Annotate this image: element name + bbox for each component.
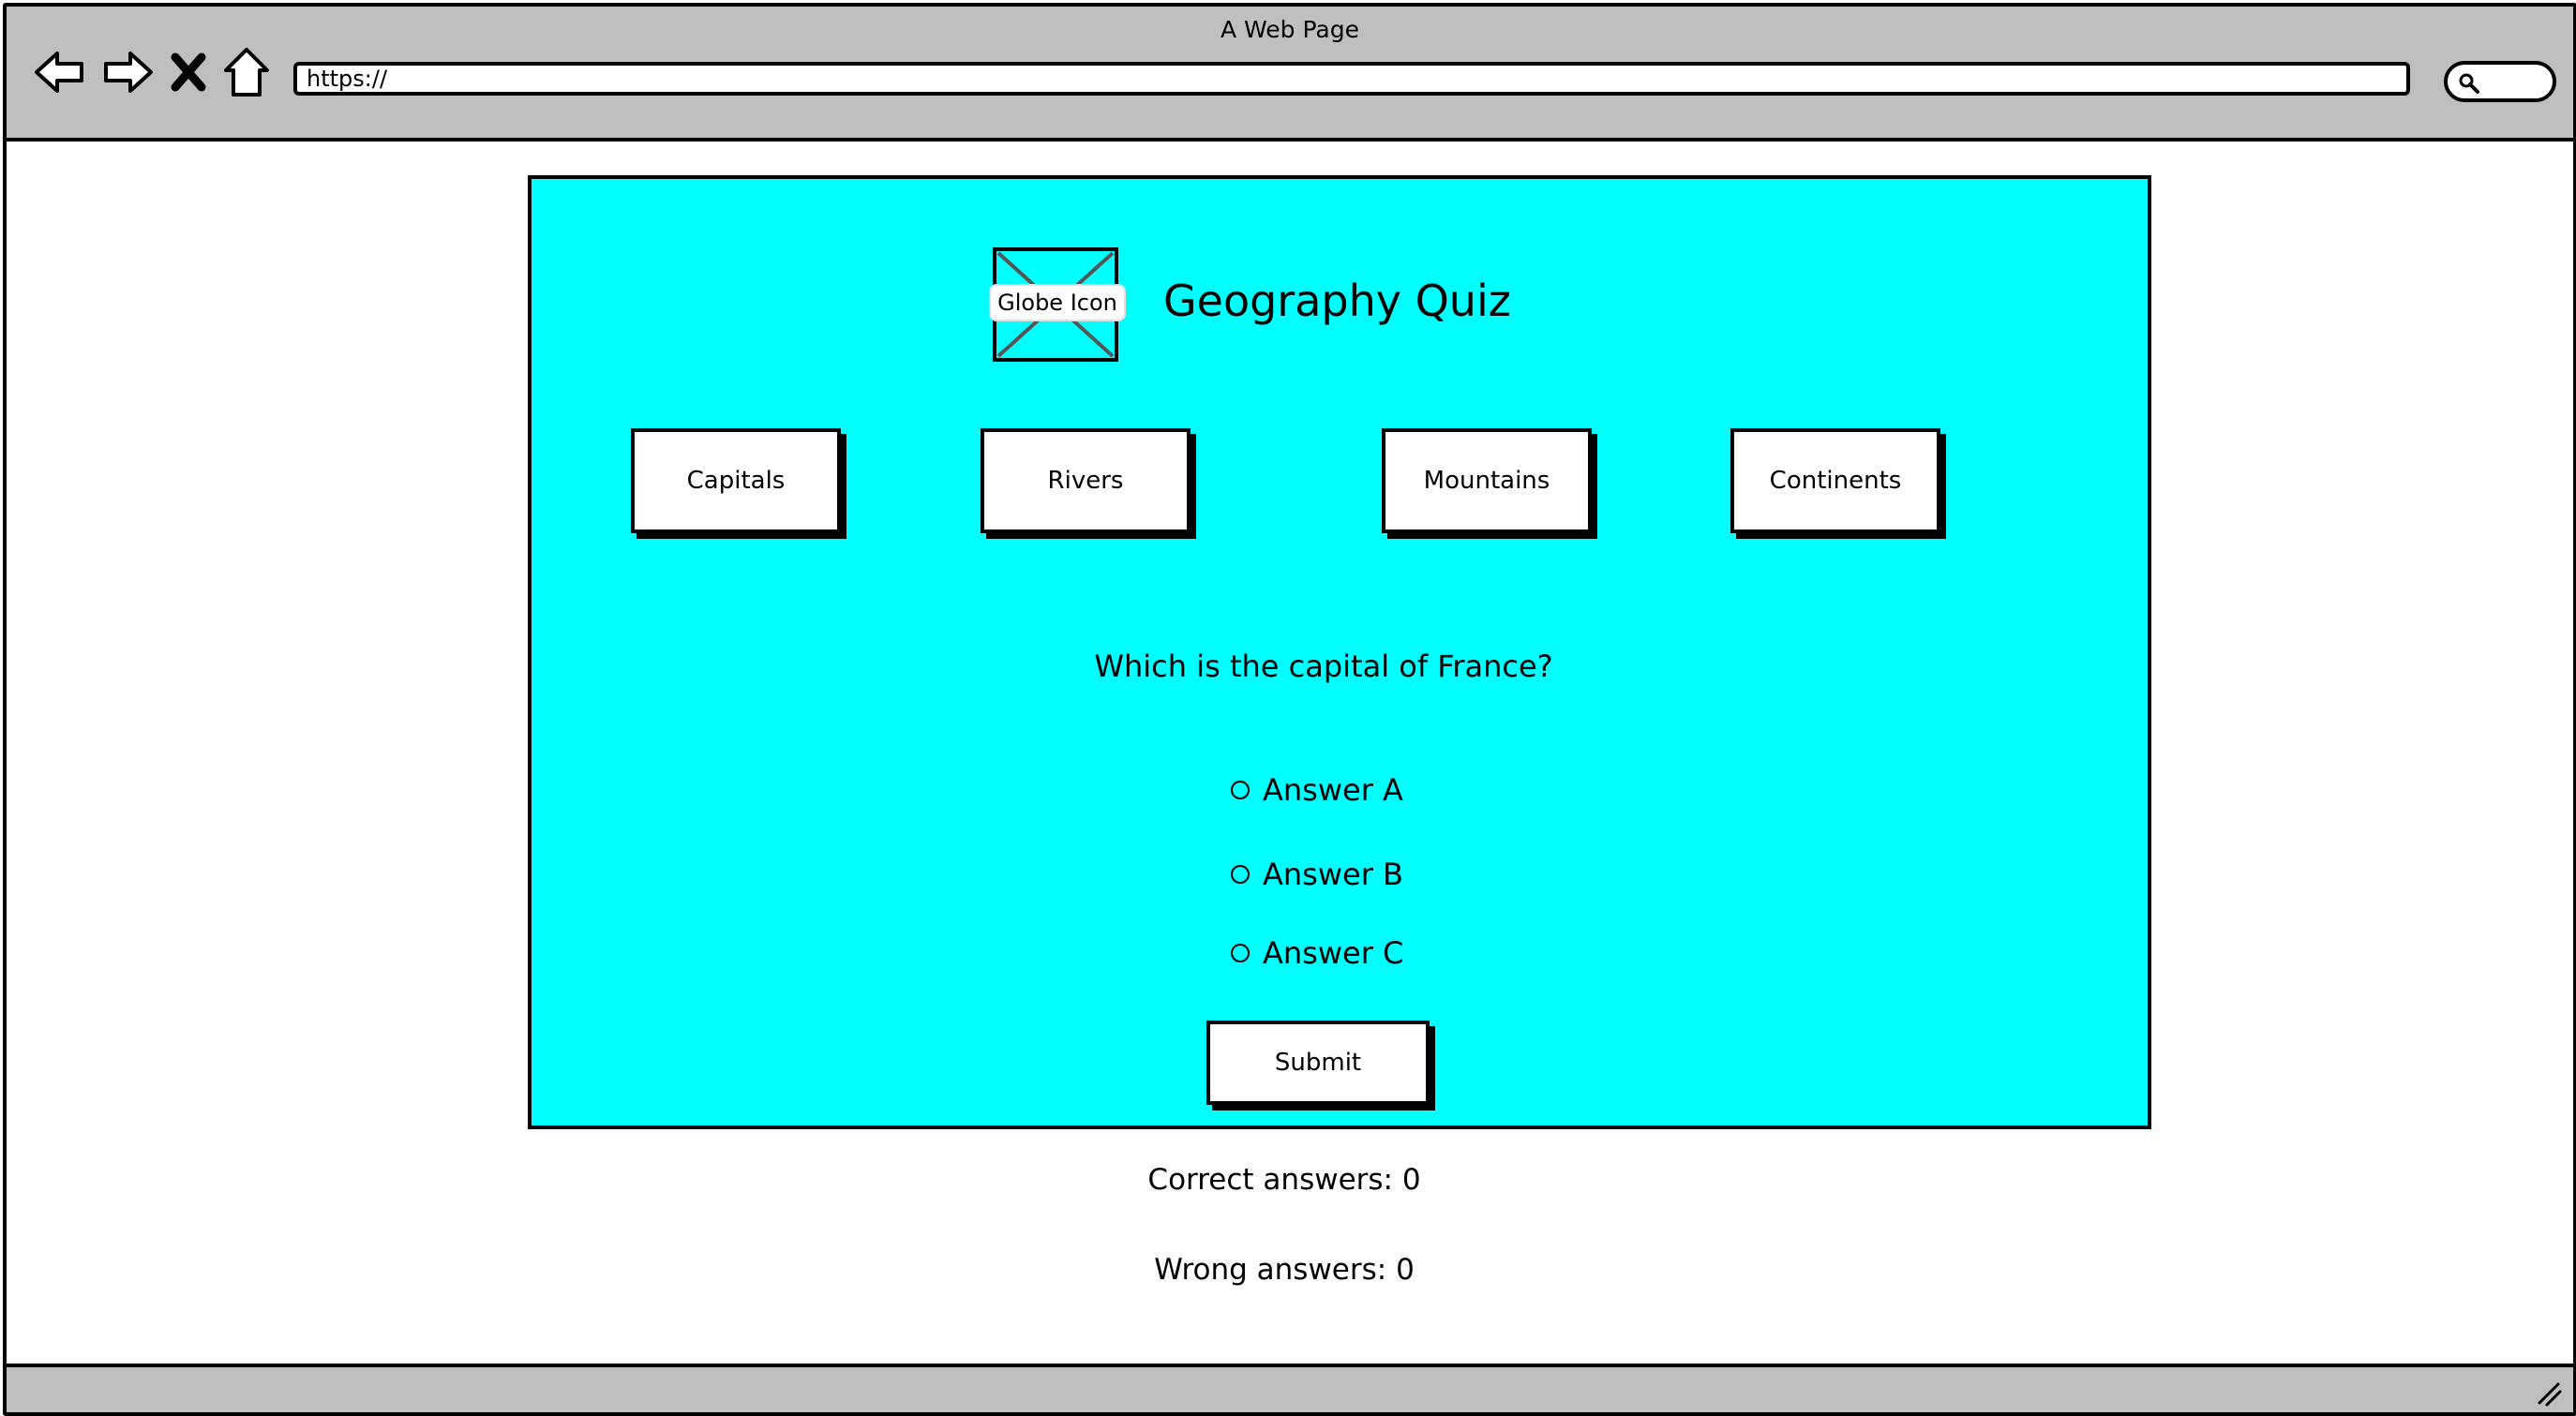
radio-button[interactable]: [1231, 944, 1250, 962]
answer-label: Answer B: [1263, 857, 1403, 892]
stop-icon[interactable]: [168, 44, 209, 100]
answer-option-b[interactable]: Answer B: [1231, 856, 1403, 893]
window-title: A Web Page: [1220, 16, 1360, 43]
address-bar[interactable]: https://: [293, 62, 2410, 96]
wrong-answers-count: Wrong answers: 0: [1154, 1253, 1415, 1287]
browser-status-bar: [7, 1364, 2573, 1412]
category-button-capitals[interactable]: Capitals: [631, 428, 841, 533]
category-button-rivers[interactable]: Rivers: [981, 428, 1191, 533]
page-title: Geography Quiz: [1163, 276, 1511, 326]
forward-arrow-icon[interactable]: [100, 44, 157, 100]
radio-button[interactable]: [1231, 781, 1250, 799]
answer-label: Answer C: [1263, 935, 1404, 971]
question-text: Which is the capital of France?: [1094, 648, 1553, 684]
home-icon[interactable]: [222, 44, 271, 100]
quiz-panel: Globe Icon Geography Quiz Capitals River…: [528, 175, 2151, 1129]
globe-icon-label: Globe Icon: [989, 284, 1126, 321]
browser-toolbar: A Web Page https://: [7, 7, 2573, 142]
category-button-mountains[interactable]: Mountains: [1382, 428, 1592, 533]
search-icon: [2459, 73, 2479, 94]
browser-search-box[interactable]: [2444, 61, 2556, 102]
answer-option-c[interactable]: Answer C: [1231, 934, 1403, 972]
answer-option-a[interactable]: Answer A: [1231, 771, 1403, 809]
radio-button[interactable]: [1231, 865, 1250, 884]
answer-label: Answer A: [1263, 772, 1403, 808]
category-button-continents[interactable]: Continents: [1730, 428, 1940, 533]
browser-window: A Web Page https:// Globe Icon Geography…: [3, 3, 2576, 1416]
back-arrow-icon[interactable]: [31, 44, 87, 100]
submit-button[interactable]: Submit: [1206, 1021, 1430, 1105]
correct-answers-count: Correct answers: 0: [1147, 1163, 1421, 1197]
resize-grip-icon[interactable]: [2536, 1380, 2562, 1407]
